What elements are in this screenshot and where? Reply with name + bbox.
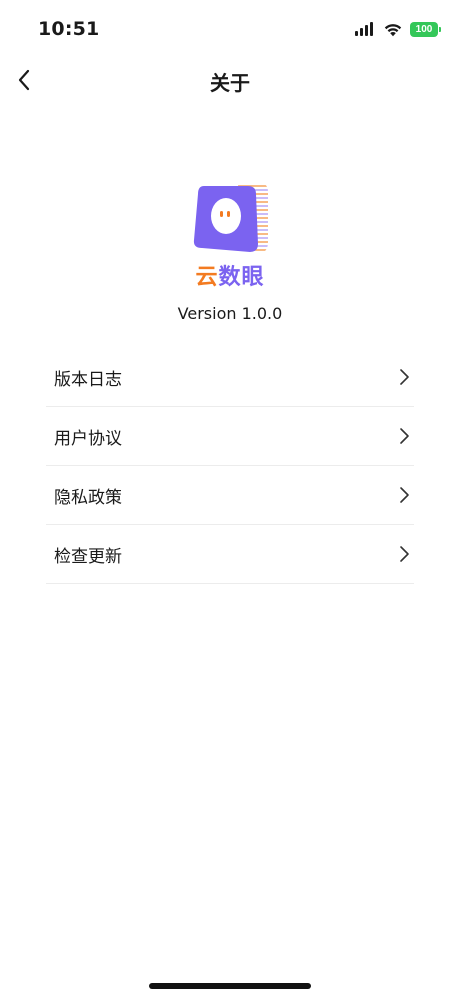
app-logo-icon xyxy=(193,184,268,254)
nav-bar: 关于 xyxy=(0,56,460,104)
version-text: Version 1.0.0 xyxy=(177,304,283,323)
status-time: 10:51 xyxy=(38,18,100,40)
menu-item-label: 检查更新 xyxy=(54,546,122,567)
menu-item-label: 版本日志 xyxy=(54,369,122,390)
chevron-right-icon xyxy=(400,546,409,562)
chevron-right-icon xyxy=(400,428,409,444)
signal-icon xyxy=(355,22,375,36)
status-bar: 10:51 100 xyxy=(0,0,460,56)
status-icons: 100 xyxy=(355,20,441,38)
menu-item-changelog[interactable]: 版本日志 xyxy=(46,348,414,407)
menu-item-user-agreement[interactable]: 用户协议 xyxy=(46,407,414,466)
home-indicator[interactable] xyxy=(149,983,311,989)
chevron-right-icon xyxy=(400,487,409,503)
menu-list: 版本日志 用户协议 隐私政策 检查更新 xyxy=(46,348,414,584)
menu-item-label: 用户协议 xyxy=(54,428,122,449)
battery-level: 100 xyxy=(415,23,433,35)
menu-item-check-update[interactable]: 检查更新 xyxy=(46,525,414,584)
chevron-right-icon xyxy=(400,369,409,385)
battery-icon: 100 xyxy=(410,21,441,37)
app-name-part1: 云 xyxy=(195,265,219,290)
app-name: 云数眼 xyxy=(195,265,264,291)
app-name-part2: 数眼 xyxy=(218,265,265,290)
wifi-icon xyxy=(384,23,402,36)
menu-item-privacy-policy[interactable]: 隐私政策 xyxy=(46,466,414,525)
menu-item-label: 隐私政策 xyxy=(54,487,122,508)
page-title: 关于 xyxy=(210,71,250,95)
app-info: 云数眼 Version 1.0.0 xyxy=(0,182,460,323)
